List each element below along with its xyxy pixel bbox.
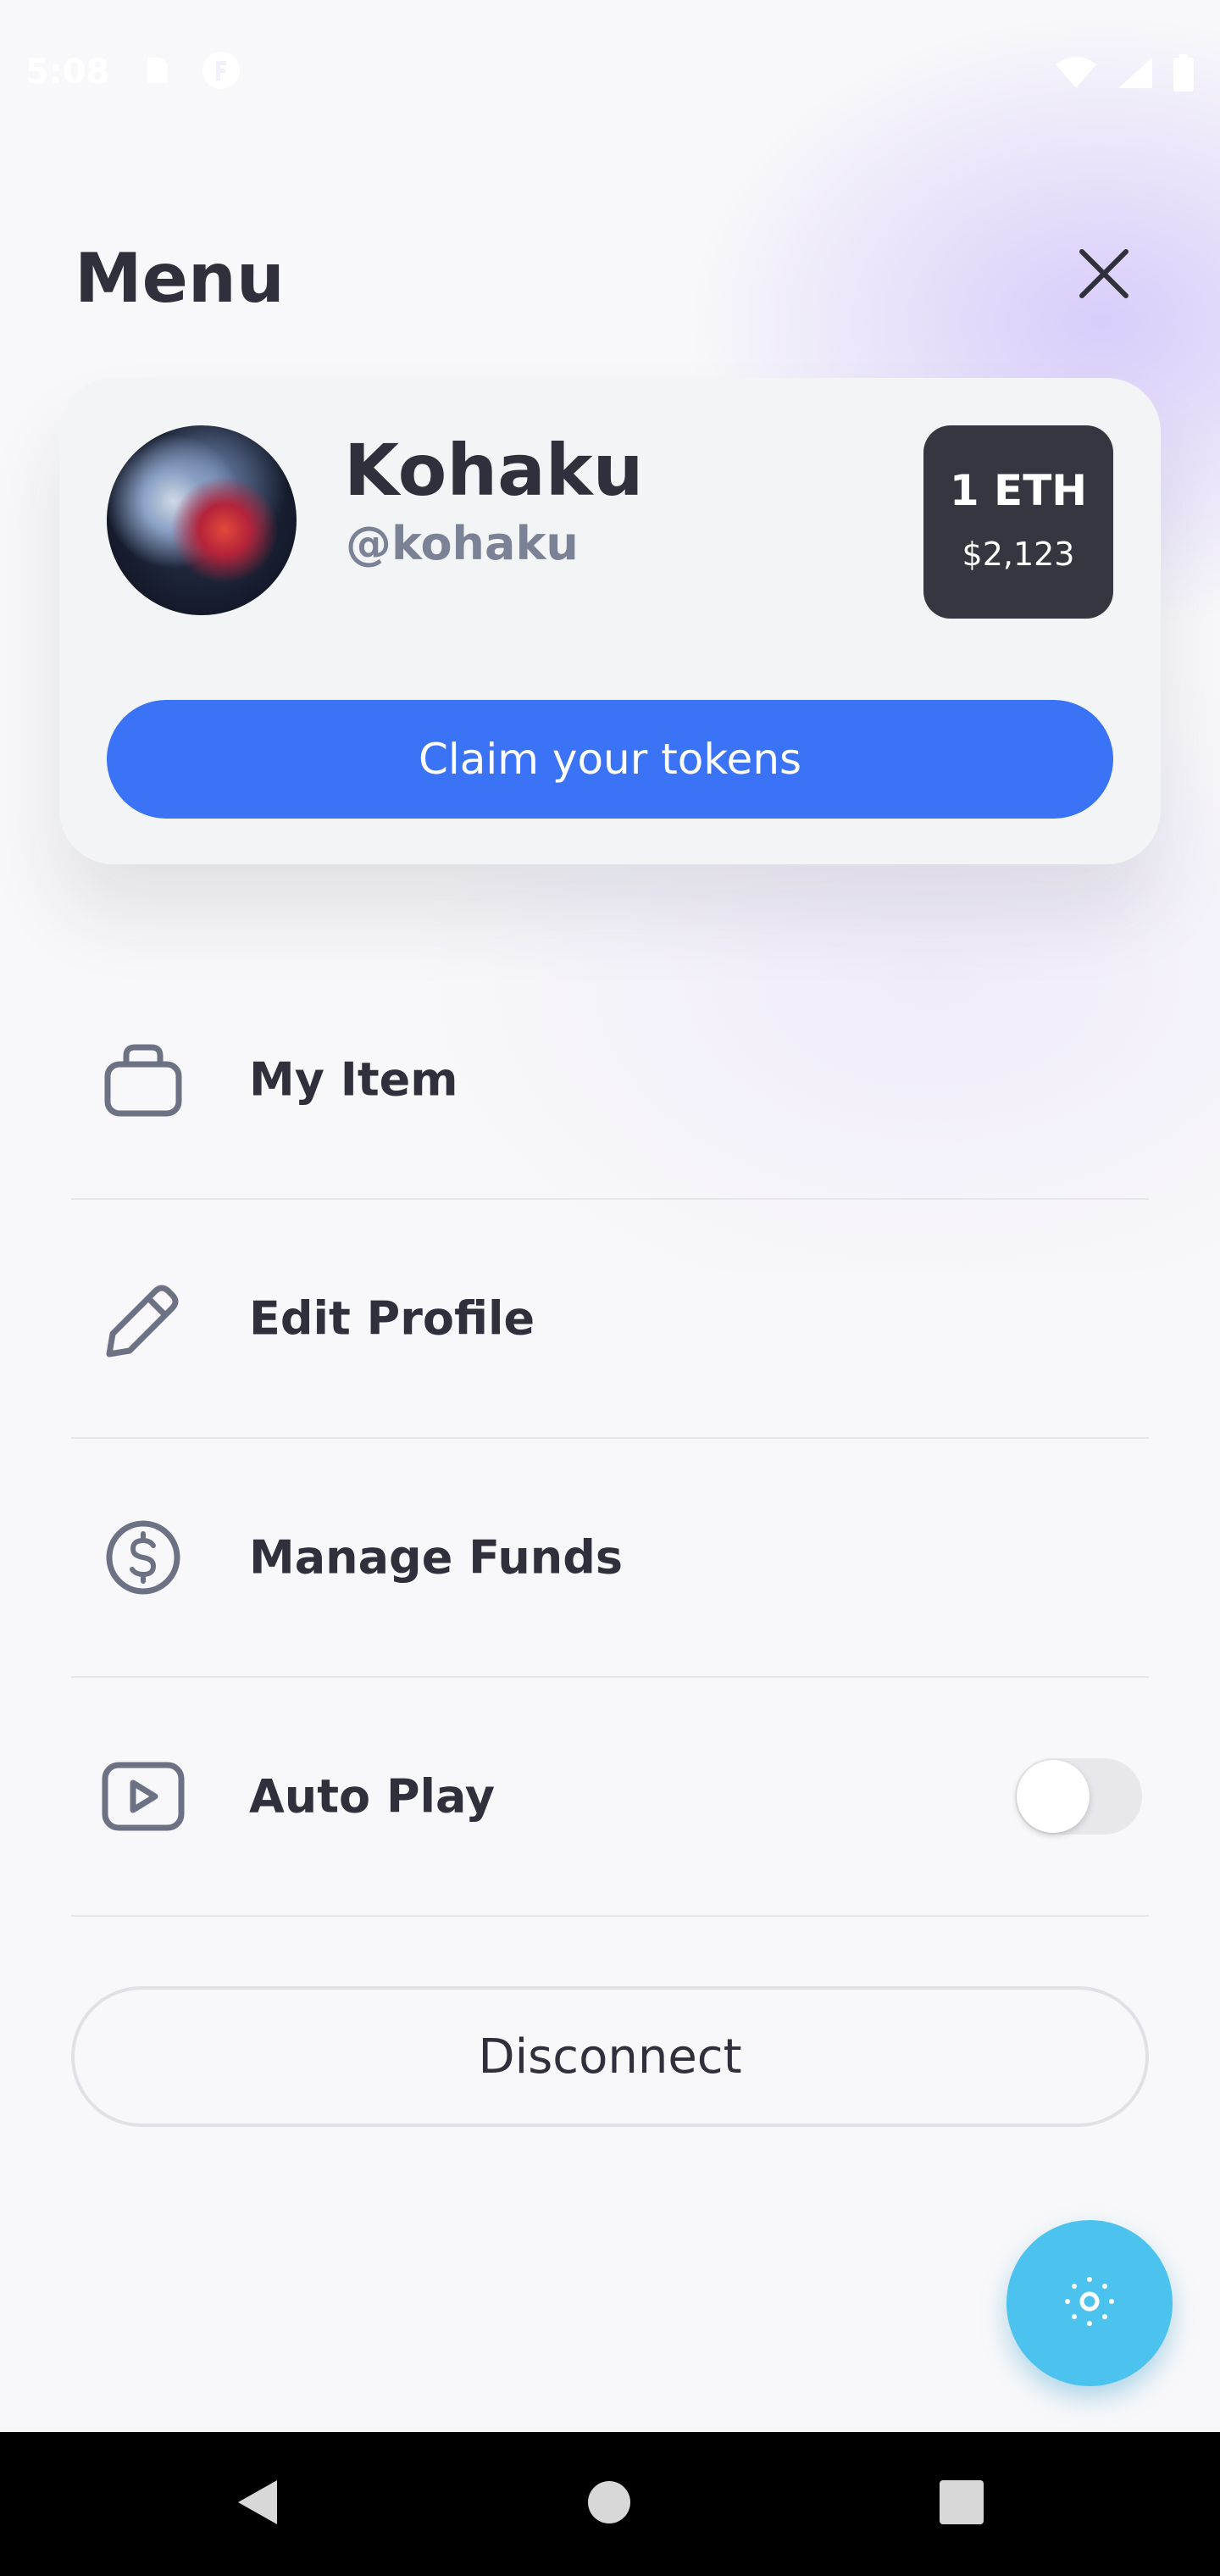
profile-card: Kohaku @kohaku 1 ETH $2,123 Claim your t… — [59, 378, 1161, 864]
disconnect-button[interactable]: Disconnect — [71, 1986, 1149, 2127]
balance-amount: 1 ETH — [949, 466, 1088, 515]
menu-item-label: Manage Funds — [249, 1530, 624, 1585]
settings-sun-icon — [1056, 2268, 1123, 2339]
avatar[interactable] — [107, 425, 297, 615]
toggle-knob — [1017, 1760, 1090, 1833]
recents-icon — [939, 2479, 984, 2529]
menu-item-label: My Item — [249, 1052, 458, 1107]
signal-icon — [1117, 56, 1154, 93]
nav-home-button[interactable] — [537, 2432, 681, 2576]
menu-item-label: Auto Play — [249, 1769, 496, 1824]
profile-name: Kohaku — [344, 429, 644, 512]
balance-usd: $2,123 — [962, 536, 1075, 573]
play-icon — [97, 1678, 190, 1915]
home-icon — [587, 2480, 631, 2528]
profile-handle: @kohaku — [346, 517, 579, 570]
bag-icon — [97, 961, 190, 1198]
menu-item-auto-play[interactable]: Auto Play — [71, 1678, 1149, 1917]
back-icon — [233, 2477, 280, 2531]
status-bar: 5:08 — [0, 0, 1220, 144]
battery-icon — [1173, 54, 1195, 95]
status-icons — [1054, 54, 1195, 95]
balance-badge[interactable]: 1 ETH $2,123 — [923, 425, 1113, 619]
menu-item-manage-funds[interactable]: Manage Funds — [71, 1439, 1149, 1678]
nav-back-button[interactable] — [185, 2432, 329, 2576]
app-notification-icon — [200, 49, 242, 92]
menu-item-label: Edit Profile — [249, 1291, 535, 1346]
sd-card-icon — [142, 56, 171, 85]
close-button[interactable] — [1074, 246, 1134, 305]
wifi-icon — [1054, 56, 1098, 93]
system-nav-bar — [0, 2432, 1220, 2576]
dollar-icon — [97, 1439, 190, 1676]
floating-action-button[interactable] — [1006, 2220, 1173, 2386]
menu-item-edit-profile[interactable]: Edit Profile — [71, 1200, 1149, 1439]
page-title: Menu — [75, 239, 285, 318]
nav-recents-button[interactable] — [890, 2432, 1034, 2576]
close-icon — [1077, 247, 1131, 304]
pencil-icon — [97, 1200, 190, 1437]
auto-play-toggle[interactable] — [1015, 1758, 1142, 1835]
claim-tokens-button[interactable]: Claim your tokens — [107, 700, 1113, 819]
status-time: 5:08 — [25, 53, 110, 92]
menu-item-my-item[interactable]: My Item — [71, 961, 1149, 1200]
